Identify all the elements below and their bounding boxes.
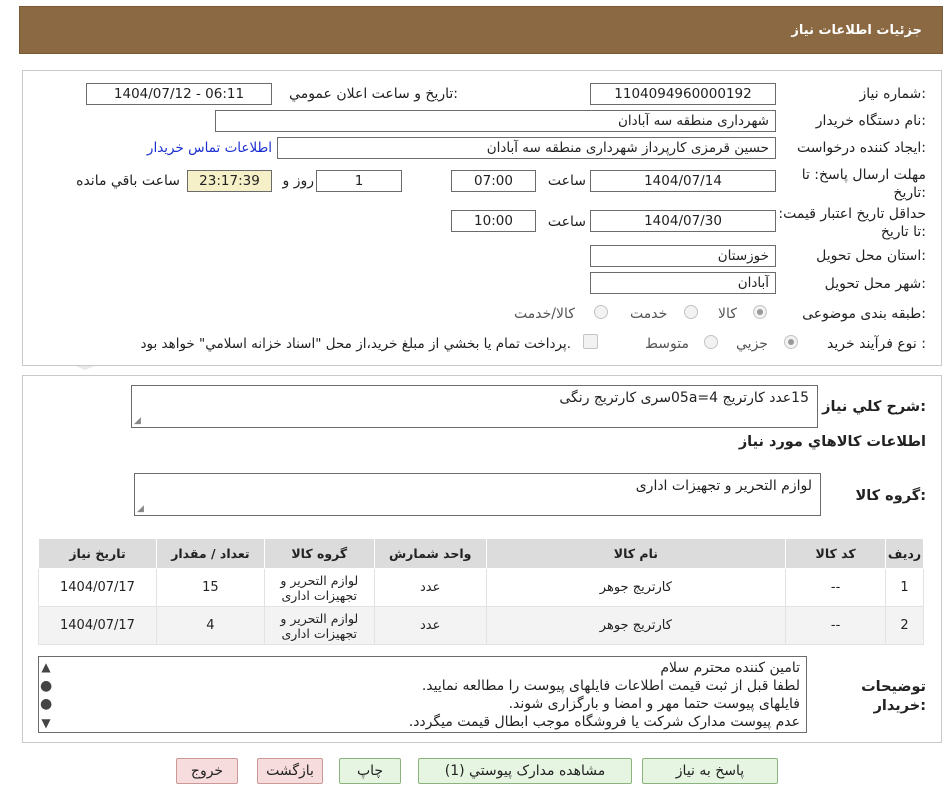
reply-button[interactable]: پاسخ به نياز [642,758,778,784]
cell-row: 1 [885,568,924,607]
category-service-radio[interactable] [684,305,698,323]
cell-code: -- [785,568,887,607]
treasury-payment-checkbox[interactable] [583,334,598,349]
col-qty-header: تعداد / مقدار [155,538,265,569]
scroll-thumb-icon[interactable]: ● [40,678,52,694]
col-date-header: تاريخ نياز [38,538,157,569]
col-name-header: نام کالا [485,538,787,569]
buyer-notes-line: عدم پیوست مدارک شرکت یا فروشگاه موجب ابط… [408,714,800,730]
process-minor-label: جزيي [736,336,768,352]
page-title: جزئیات اطلاعات نیاز [791,23,922,38]
requester-field: حسين قرمزی کارپرداز شهرداری منطقه سه آبا… [277,137,776,159]
goods-group-text: لوازم التحرير و تجهيزات اداری [635,478,812,494]
deadline-date-field: 1404/07/14 [590,170,776,192]
price-validity-time-field: 10:00 [451,210,536,232]
deadline-time-label: ساعت [547,173,586,189]
deadline-days-label: روز و [282,173,315,189]
category-goods-label: کالا [718,306,737,322]
cell-unit: عدد [373,606,487,645]
category-label: طبقه بندی موضوعی: [802,306,926,322]
print-button[interactable]: چاپ [339,758,401,784]
cell-row: 2 [885,606,924,645]
table-row: 2 -- کارتریج جوهر عدد لوازم التحرير و تج… [38,606,924,645]
cell-code: -- [785,606,887,645]
description-text: 15عدد کارتریج 4=05aسری کارتریج رنگی [559,390,809,406]
cell-unit: عدد [373,568,487,607]
description-label: شرح کلي نياز: [822,399,926,415]
cell-qty: 4 [155,606,265,645]
buyer-notes-line: لطفا قبل از ثبت قیمت اطلاعات فایلهای پیو… [421,678,800,694]
deadline-time-field: 07:00 [451,170,536,192]
col-code-header: کد کالا [785,538,887,569]
deadline-label: مهلت ارسال پاسخ: تا تاريخ: [801,167,926,201]
buyer-org-field: شهرداری منطقه سه آبادان [215,110,776,132]
resize-handle-icon: ◢ [134,416,141,426]
table-row: 1 -- کارتریج جوهر عدد لوازم التحرير و تج… [38,568,924,607]
scroll-down-icon[interactable]: ▼ [40,716,52,730]
cell-name: کارتریج جوهر [485,568,787,607]
city-label: شهر محل تحويل: [824,276,926,292]
col-row-header: رديف [885,538,924,569]
goods-group-label: گروه کالا: [855,488,926,504]
category-goods-radio[interactable] [753,305,767,323]
page-header: جزئیات اطلاعات نیاز [19,6,943,54]
exit-button[interactable]: خروج [176,758,238,784]
process-medium-label: متوسط [645,336,689,352]
cell-group: لوازم التحرير و تجهيزات اداری [263,568,375,607]
items-table: رديف کد کالا نام کالا واحد شمارش گروه کا… [38,538,924,645]
treasury-payment-note: پرداخت تمام يا بخشي از مبلغ خريد،از محل … [140,336,571,352]
category-goods-service-radio[interactable] [594,305,608,323]
buyer-contact-link[interactable]: اطلاعات تماس خريدار [147,140,272,156]
price-validity-time-label: ساعت [547,214,586,230]
process-label: نوع فرآيند خريد : [827,336,926,352]
col-unit-header: واحد شمارش [373,538,487,569]
cell-date: 1404/07/17 [38,568,157,607]
need-number-label: شماره نیاز: [859,86,926,102]
buyer-notes-line: فایلهای پیوست حتما مهر و امضا و بارگزاری… [508,696,800,712]
need-number-field: 1104094960000192 [590,83,776,105]
category-goods-service-label: کالا/خدمت [514,306,575,322]
remaining-time-field: 23:17:39 [187,170,272,192]
price-validity-label: حداقل تاريخ اعتبار قيمت: تا تاريخ: [778,206,926,240]
announce-datetime-field: 1404/07/12 - 06:11 [86,83,272,105]
announce-datetime-label: تاریخ و ساعت اعلان عمومي: [289,86,458,102]
remaining-time-label: ساعت باقي مانده [76,173,180,189]
province-label: استان محل تحويل: [816,248,926,264]
scroll-up-icon[interactable]: ▲ [40,660,52,674]
goods-group-textarea: لوازم التحرير و تجهيزات اداری ◢ [134,473,821,516]
buyer-notes-label: توضيحات خريدار: [861,679,926,714]
process-minor-radio[interactable] [784,335,798,353]
buyer-org-label: نام دستگاه خريدار: [815,113,926,129]
cell-name: کارتریج جوهر [485,606,787,645]
description-textarea: 15عدد کارتریج 4=05aسری کارتریج رنگی ◢ [131,385,818,428]
cell-date: 1404/07/17 [38,606,157,645]
cell-qty: 15 [155,568,265,607]
city-field: آبادان [590,272,776,294]
cell-group: لوازم التحرير و تجهيزات اداری [263,606,375,645]
buyer-notes-line: تامین کننده محترم سلام [660,660,800,676]
requester-label: ايجاد کننده درخواست: [797,140,926,156]
scroll-thumb-icon[interactable]: ● [40,696,52,712]
resize-handle-icon: ◢ [137,504,144,514]
province-field: خوزستان [590,245,776,267]
col-group-header: گروه کالا [263,538,375,569]
process-medium-radio[interactable] [704,335,718,353]
buyer-notes-textarea[interactable]: تامین کننده محترم سلام لطفا قبل از ثبت ق… [38,656,807,733]
attachments-button[interactable]: مشاهده مدارک پيوستي (1) [418,758,632,784]
goods-section-title: اطلاعات کالاهاي مورد نياز [738,434,926,450]
back-button[interactable]: بازگشت [257,758,323,784]
deadline-days-field: 1 [316,170,402,192]
table-header-row: رديف کد کالا نام کالا واحد شمارش گروه کا… [38,538,924,569]
category-service-label: خدمت [630,306,668,322]
price-validity-date-field: 1404/07/30 [590,210,776,232]
